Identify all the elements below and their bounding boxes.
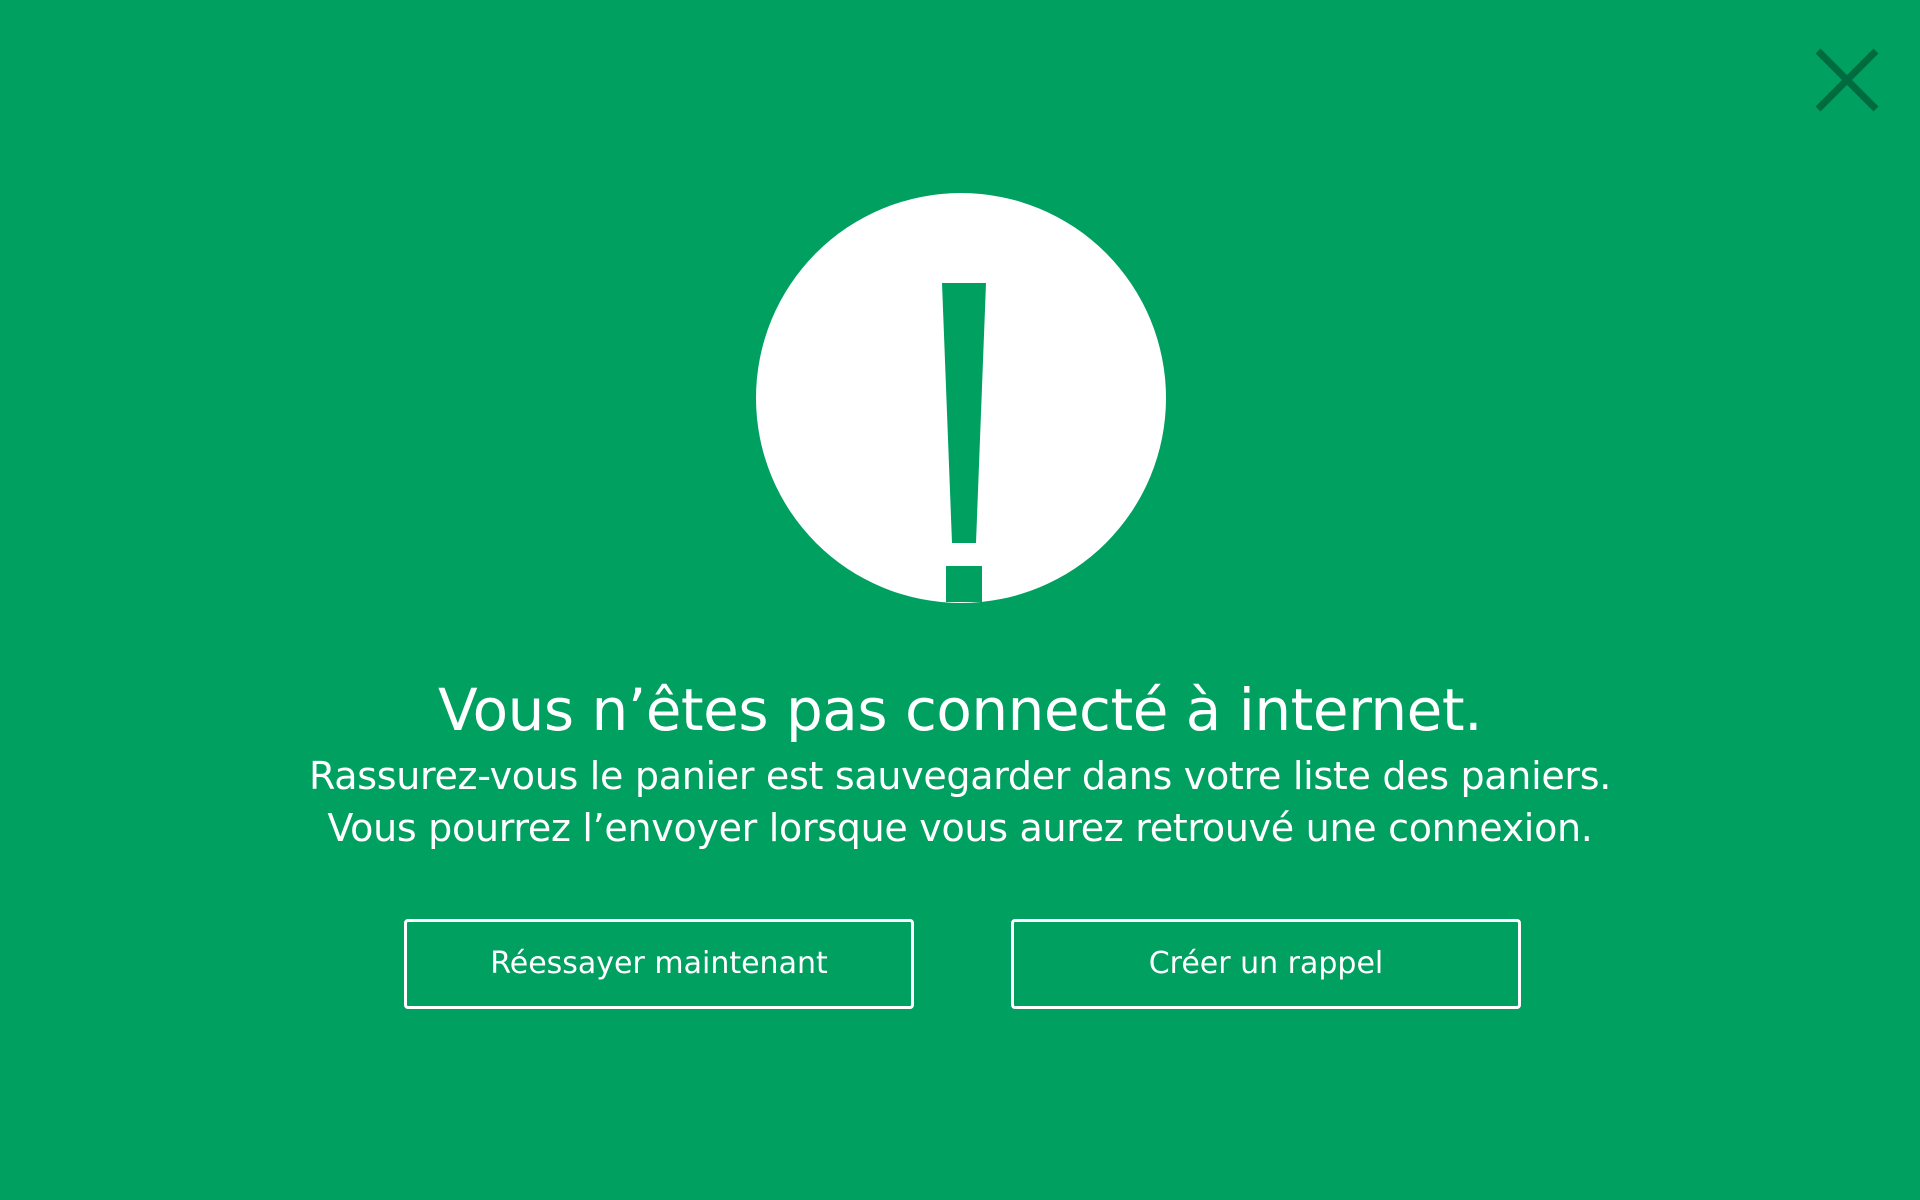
close-icon — [1815, 48, 1879, 112]
create-reminder-button[interactable]: Créer un rappel — [1011, 919, 1521, 1009]
page-title: Vous n’êtes pas connecté à internet. — [437, 676, 1483, 744]
message-line-1: Rassurez-vous le panier est sauvegarder … — [308, 754, 1612, 798]
alert-circle — [756, 193, 1166, 603]
close-button[interactable] — [1812, 45, 1882, 115]
exclamation-icon — [942, 283, 986, 602]
retry-now-button[interactable]: Réessayer maintenant — [404, 919, 914, 1009]
message-line-2: Vous pourrez l’envoyer lorsque vous aure… — [327, 806, 1593, 850]
offline-message: Rassurez-vous le panier est sauvegarder … — [0, 750, 1920, 854]
